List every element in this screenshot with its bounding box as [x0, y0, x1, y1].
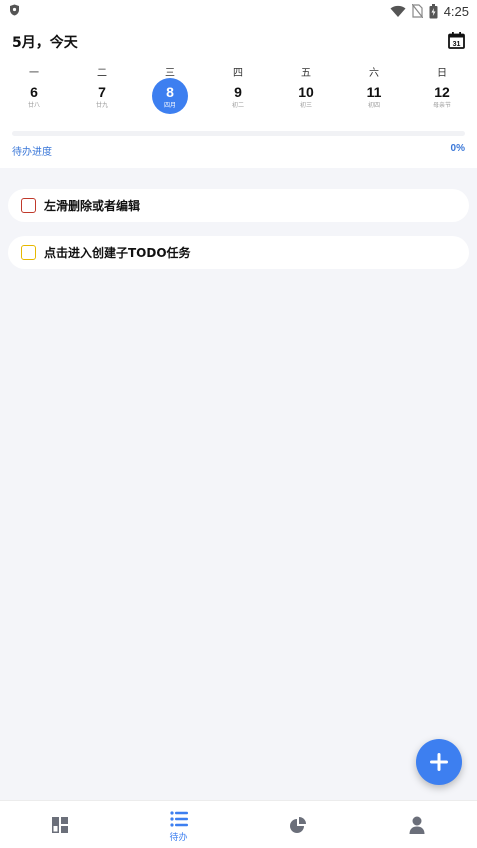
lunar-date: 廿九 [95, 102, 108, 109]
lunar-date: 廿八 [27, 102, 40, 109]
calendar-day[interactable]: 6 廿八 [16, 78, 52, 114]
nav-label: 待办 [169, 833, 188, 843]
plus-icon [430, 753, 448, 771]
no-sim-icon [411, 4, 423, 18]
status-time: 4:25 [443, 3, 469, 19]
nav-item-todo[interactable]: 待办 [119, 801, 238, 848]
list-icon [169, 811, 188, 827]
shield-icon [10, 4, 19, 16]
calendar-panel: 5月，今天 31 一 二 三 四 五 六 日 6 廿八 7 廿九 8 四月 9 … [0, 22, 477, 168]
weekday-label: 四 [233, 68, 243, 79]
lunar-date: 初四 [367, 102, 380, 109]
lunar-date: 母亲节 [432, 102, 451, 109]
progress-bar [12, 131, 465, 136]
checkbox[interactable] [21, 245, 36, 260]
svg-text:31: 31 [453, 41, 461, 48]
weekday-label: 五 [301, 68, 311, 79]
calendar-day-selected[interactable]: 8 四月 [152, 78, 188, 114]
pie-chart-icon [289, 817, 306, 833]
day-number: 8 [166, 84, 174, 100]
calendar-day[interactable]: 12 母亲节 [424, 78, 460, 114]
status-bar: 4:25 [0, 0, 477, 22]
add-task-button[interactable] [416, 739, 462, 785]
weekday-label: 一 [29, 68, 39, 79]
weekday-label: 六 [369, 68, 379, 79]
day-number: 11 [366, 84, 382, 100]
nav-item-dashboard[interactable] [0, 801, 119, 848]
weekday-label: 二 [97, 68, 107, 79]
day-number: 7 [98, 84, 106, 100]
progress-value: 0% [450, 143, 465, 154]
nav-item-stats[interactable] [238, 801, 357, 848]
calendar-day[interactable]: 7 廿九 [84, 78, 120, 114]
day-number: 6 [30, 84, 38, 100]
user-icon [409, 816, 424, 834]
lunar-date: 初二 [231, 102, 244, 109]
dashboard-icon [51, 817, 68, 833]
checkbox[interactable] [21, 198, 36, 213]
progress-label: 待办进度 [12, 147, 52, 158]
calendar-day[interactable]: 9 初二 [220, 78, 256, 114]
battery-icon [429, 3, 438, 18]
calendar-day[interactable]: 11 初四 [356, 78, 392, 114]
bottom-nav: 待办 [0, 800, 477, 848]
calendar-day[interactable]: 10 初三 [288, 78, 324, 114]
task-item[interactable]: 左滑删除或者编辑 [8, 189, 469, 222]
task-label: 点击进入创建子TODO任务 [44, 246, 191, 260]
lunar-date: 初三 [299, 102, 312, 109]
task-item[interactable]: 点击进入创建子TODO任务 [8, 236, 469, 269]
lunar-date: 四月 [163, 102, 176, 109]
wifi-icon [390, 5, 406, 17]
task-label: 左滑删除或者编辑 [44, 199, 141, 213]
day-number: 10 [298, 84, 314, 100]
day-number: 12 [434, 84, 450, 100]
nav-item-profile[interactable] [357, 801, 476, 848]
page-title: 5月，今天 [12, 35, 78, 51]
day-number: 9 [234, 84, 242, 100]
weekday-label: 三 [165, 68, 175, 79]
calendar-icon[interactable]: 31 [448, 32, 465, 49]
weekday-label: 日 [437, 68, 447, 79]
